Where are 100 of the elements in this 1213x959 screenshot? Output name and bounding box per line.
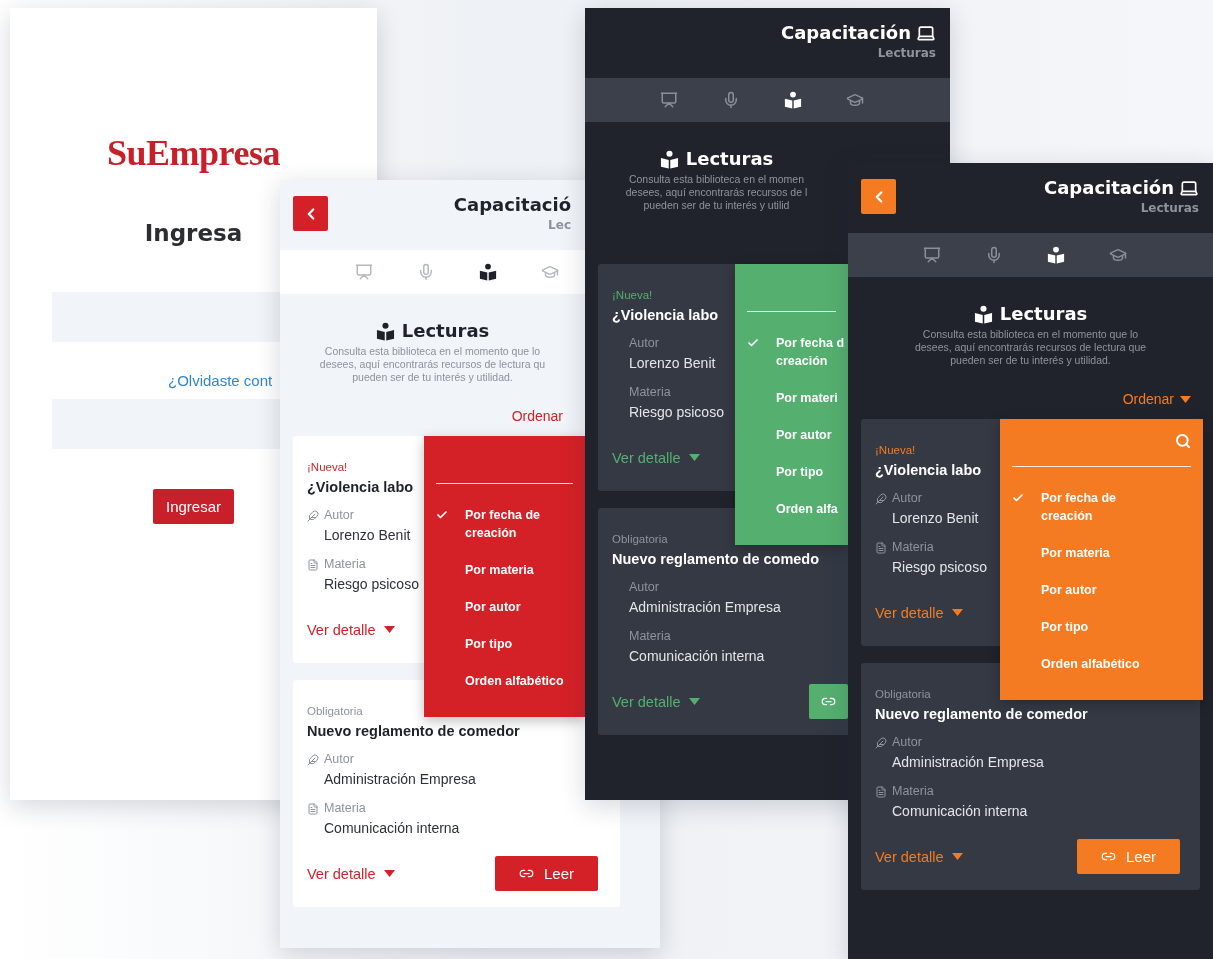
sort-option[interactable]: Por materi: [735, 389, 838, 407]
logo: SuEmpresa: [107, 132, 280, 174]
sort-option[interactable]: Por fecha de creación: [424, 506, 565, 542]
field-label: Autor: [324, 508, 354, 523]
card-title: Nuevo reglamento de comedo: [612, 550, 820, 568]
card-tag: ¡Nueva!: [612, 288, 653, 302]
read-button[interactable]: Leer: [1076, 839, 1180, 874]
field-label: Autor: [324, 752, 354, 767]
field-value: Riesgo psicoso: [324, 575, 419, 594]
field-label: Autor: [892, 735, 922, 750]
read-button[interactable]: Leer: [494, 856, 598, 891]
section-description: Consulta esta biblioteca en el momen desees, aquí encontrarás recursos de l pueden ser de tu interés y utilid: [625, 173, 808, 212]
document-icon: [307, 802, 319, 815]
section-description: Consulta esta biblioteca en el momento que lo desees, aquí encontrarás recursos de lectura qu pueden ser de tu interés y utilidad.: [319, 345, 546, 384]
document-icon: [307, 558, 319, 571]
read-button[interactable]: [809, 684, 848, 719]
microphone-icon: [985, 246, 1003, 264]
sort-button[interactable]: Ordenar: [1122, 391, 1191, 407]
caret-icon: [951, 609, 963, 616]
caret-icon: [383, 870, 395, 877]
input-field[interactable]: [52, 292, 280, 342]
graduation-cap-icon: [846, 91, 864, 109]
screen-title: Capacitació: [453, 194, 571, 215]
forgot-password-link[interactable]: ¿Olvidaste cont: [168, 372, 273, 389]
sort-option[interactable]: Por autor: [424, 598, 521, 616]
back-button[interactable]: [861, 179, 896, 214]
caret-icon: [383, 626, 395, 633]
sort-option[interactable]: Por autor: [735, 426, 832, 444]
reader-icon: [659, 149, 679, 169]
check-icon: [1012, 492, 1024, 504]
reader-icon: [479, 263, 497, 281]
graduation-cap-icon: [1109, 246, 1127, 264]
sort-option[interactable]: Por tipo: [424, 635, 513, 653]
field-value: Lorenzo Benit: [324, 526, 411, 545]
sort-option[interactable]: Por fecha de creación: [1000, 489, 1141, 525]
card-tag: Obligatoria: [307, 704, 363, 718]
caret-icon: [951, 853, 963, 860]
check-icon: [436, 509, 448, 521]
field-label: Autor: [629, 336, 659, 351]
sort-option[interactable]: Por materia: [424, 561, 534, 579]
feather-icon: [875, 736, 887, 749]
feather-icon: [875, 492, 887, 505]
field-label: Autor: [629, 580, 659, 595]
screen-subtitle: Lecturas: [877, 46, 936, 60]
sort-option[interactable]: Por tipo: [1000, 618, 1089, 636]
sort-button[interactable]: Ordenar: [511, 408, 563, 424]
card-title: Nuevo reglamento de comedor: [307, 722, 520, 740]
document-icon: [875, 541, 887, 554]
password-field[interactable]: [52, 399, 280, 449]
detail-link[interactable]: Ver detalle: [875, 848, 963, 865]
field-label: Autor: [892, 491, 922, 506]
presentation-icon: [355, 263, 373, 281]
detail-link[interactable]: Ver detalle: [875, 604, 963, 621]
field-label: Materia: [892, 784, 934, 799]
reader-icon: [1047, 246, 1065, 264]
field-value: Administración Empresa: [324, 770, 476, 789]
section-heading: Lecturas: [685, 148, 774, 170]
detail-link[interactable]: Ver detalle: [307, 865, 395, 882]
check-icon: [747, 337, 759, 349]
feather-icon: [307, 753, 319, 766]
field-label: Materia: [324, 557, 366, 572]
caret-icon: [688, 454, 700, 461]
microphone-icon: [417, 263, 435, 281]
sort-option[interactable]: Por autor: [1000, 581, 1097, 599]
detail-link[interactable]: Ver detalle: [612, 693, 700, 710]
sort-option[interactable]: Orden alfabético: [424, 672, 564, 690]
field-value: Riesgo psicoso: [892, 558, 987, 577]
card-title: Nuevo reglamento de comedor: [875, 705, 1088, 723]
sort-option[interactable]: Orden alfa: [735, 500, 838, 518]
field-value: Comunicación interna: [892, 802, 1028, 821]
field-value: Riesgo psicoso: [629, 403, 724, 422]
reader-icon: [375, 321, 395, 341]
card-title: ¿Violencia labo: [307, 478, 414, 496]
presentation-icon: [923, 246, 941, 264]
back-button[interactable]: [293, 196, 328, 231]
field-value: Comunicación interna: [629, 647, 765, 666]
card-tag: Obligatoria: [612, 532, 668, 546]
section-heading: Lecturas: [999, 303, 1088, 325]
search-icon[interactable]: [1175, 433, 1191, 449]
document-icon: [875, 785, 887, 798]
sort-option[interactable]: Por tipo: [735, 463, 824, 481]
screen-title: Capacitación: [1044, 177, 1174, 198]
detail-link[interactable]: Ver detalle: [612, 449, 700, 466]
field-label: Materia: [629, 385, 671, 400]
presentation-icon: [660, 91, 678, 109]
microphone-icon: [722, 91, 740, 109]
field-value: Lorenzo Benit: [892, 509, 979, 528]
reader-icon: [973, 304, 993, 324]
screen-subtitle: Lecturas: [1140, 201, 1199, 215]
sort-option[interactable]: Orden alfabético: [1000, 655, 1140, 673]
login-button[interactable]: Ingresar: [153, 489, 234, 524]
field-value: Administración Empresa: [629, 598, 781, 617]
detail-link[interactable]: Ver detalle: [307, 621, 395, 638]
field-value: Administración Empresa: [892, 753, 1044, 772]
feather-icon: [307, 509, 319, 522]
sort-option[interactable]: Por fecha d creación: [735, 334, 848, 370]
field-value: Lorenzo Benit: [629, 354, 716, 373]
sort-option[interactable]: Por materia: [1000, 544, 1110, 562]
card-title: ¿Violencia labo: [612, 306, 719, 324]
caret-icon: [688, 698, 700, 705]
